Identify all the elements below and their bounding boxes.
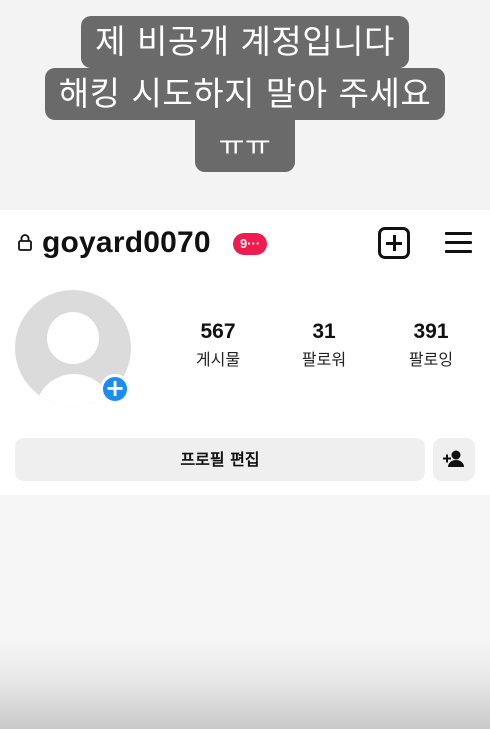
plus-circle-icon[interactable]: + [100, 374, 130, 404]
followers-count: 31 [312, 320, 336, 343]
add-person-button[interactable] [433, 438, 475, 481]
content-area [0, 495, 490, 729]
posts-count: 567 [200, 320, 236, 343]
stat-posts[interactable]: 567 게시물 [173, 320, 263, 370]
stat-following[interactable]: 391 팔로잉 [386, 320, 476, 370]
add-person-icon [443, 450, 464, 467]
profile-card: goyard0070 9··· + 567 게시물 31 팔로워 391 팔로잉… [0, 210, 490, 495]
following-count: 391 [413, 320, 449, 343]
hamburger-menu-icon[interactable] [445, 230, 473, 256]
caption-line-1: 제 비공개 계정입니다 [81, 16, 409, 68]
plus-square-icon[interactable] [378, 227, 410, 259]
story-caption: 제 비공개 계정입니다 해킹 시도하지 말아 주세요 ㅠㅠ [0, 16, 490, 172]
username[interactable]: goyard0070 [42, 226, 211, 260]
followers-label: 팔로워 [301, 350, 347, 369]
following-label: 팔로잉 [408, 350, 454, 369]
edit-profile-button[interactable]: 프로필 편집 [15, 438, 425, 481]
avatar-container[interactable]: + [15, 290, 131, 406]
notification-badge[interactable]: 9··· [233, 233, 268, 255]
lock-icon [18, 234, 32, 251]
profile-header: goyard0070 9··· [0, 224, 490, 260]
story-background: 제 비공개 계정입니다 해킹 시도하지 말아 주세요 ㅠㅠ [0, 0, 490, 210]
posts-label: 게시물 [195, 350, 241, 369]
caption-line-2: 해킹 시도하지 말아 주세요 [44, 68, 446, 120]
caption-line-3: ㅠㅠ [194, 120, 296, 172]
stat-followers[interactable]: 31 팔로워 [279, 320, 369, 370]
